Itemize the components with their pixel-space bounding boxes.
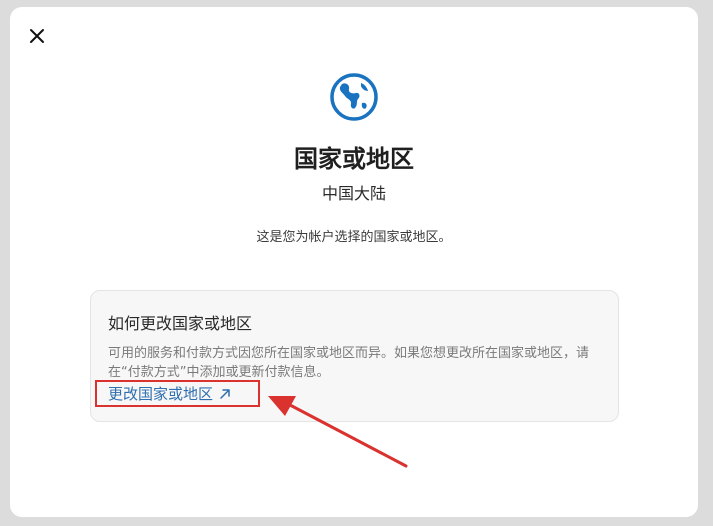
annotation-highlight-box [95, 380, 260, 407]
card-body: 可用的服务和付款方式因您所在国家或地区而异。如果您想更改所在国家或地区，请在“付… [108, 346, 590, 380]
card-title: 如何更改国家或地区 [108, 314, 253, 333]
country-region-dialog: 国家或地区 中国大陆 这是您为帐户选择的国家或地区。 如何更改国家或地区 可用的… [10, 7, 698, 517]
current-region: 中国大陆 [321, 184, 386, 203]
close-icon [30, 29, 44, 43]
dialog-description: 这是您为帐户选择的国家或地区。 [256, 230, 452, 245]
dialog-title: 国家或地区 [294, 145, 414, 173]
globe-icon [328, 71, 380, 123]
close-button[interactable] [26, 25, 48, 47]
